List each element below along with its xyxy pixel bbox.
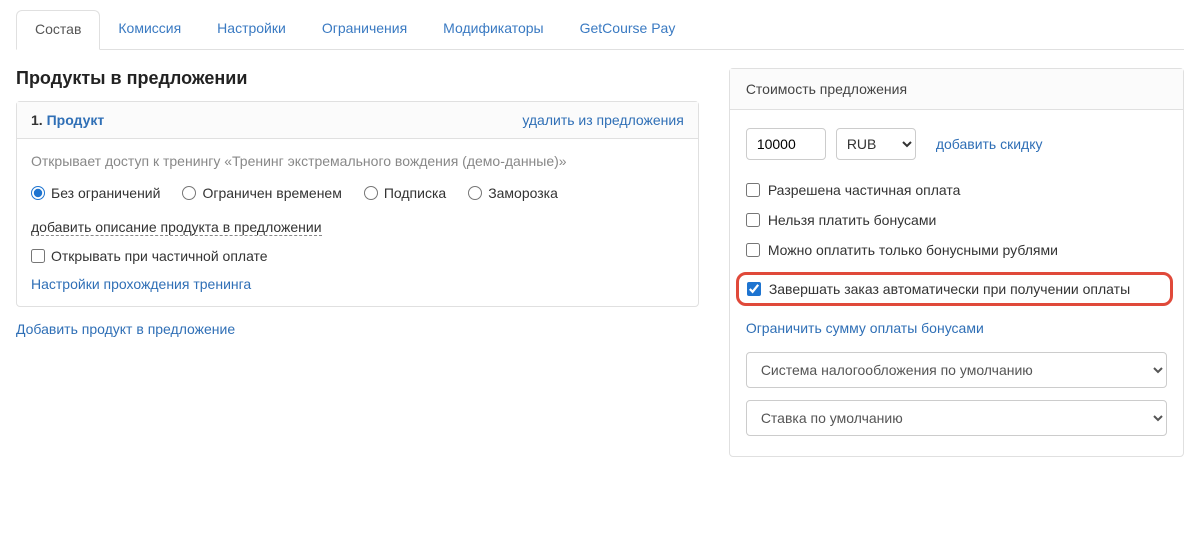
product-name-link[interactable]: Продукт [47, 112, 105, 128]
no-bonus-row: Нельзя платить бонусами [746, 212, 1167, 228]
price-row: RUB добавить скидку [746, 128, 1167, 160]
no-bonus-label: Нельзя платить бонусами [768, 212, 936, 228]
limit-option-time[interactable]: Ограничен временем [182, 185, 341, 201]
tabs-bar: Состав Комиссия Настройки Ограничения Мо… [16, 10, 1184, 50]
tab-commission[interactable]: Комиссия [100, 10, 199, 49]
limit-label-subscription: Подписка [384, 185, 446, 201]
currency-select[interactable]: RUB [836, 128, 916, 160]
limit-bonus-link[interactable]: Ограничить сумму оплаты бонусами [746, 320, 984, 336]
open-on-partial-label: Открывать при частичной оплате [51, 248, 268, 264]
only-bonus-label: Можно оплатить только бонусными рублями [768, 242, 1058, 258]
tab-modifiers[interactable]: Модификаторы [425, 10, 561, 49]
tab-sostav[interactable]: Состав [16, 10, 100, 50]
limit-radio-time[interactable] [182, 186, 196, 200]
training-settings-link[interactable]: Настройки прохождения тренинга [31, 276, 251, 292]
auto-complete-checkbox[interactable] [747, 282, 761, 296]
tab-getcourse-pay[interactable]: GetCourse Pay [562, 10, 694, 49]
limit-radio-unlimited[interactable] [31, 186, 45, 200]
only-bonus-row: Можно оплатить только бонусными рублями [746, 242, 1167, 258]
partial-pay-label: Разрешена частичная оплата [768, 182, 961, 198]
product-index: 1. [31, 112, 43, 128]
auto-complete-row: Завершать заказ автоматически при получе… [747, 281, 1162, 297]
limit-label-freeze: Заморозка [488, 185, 558, 201]
limit-option-subscription[interactable]: Подписка [364, 185, 446, 201]
partial-pay-row: Разрешена частичная оплата [746, 182, 1167, 198]
add-product-description-link[interactable]: добавить описание продукта в предложении [31, 219, 322, 236]
limit-option-unlimited[interactable]: Без ограничений [31, 185, 160, 201]
products-heading: Продукты в предложении [16, 68, 699, 89]
add-discount-link[interactable]: добавить скидку [936, 136, 1043, 152]
limit-radio-subscription[interactable] [364, 186, 378, 200]
tab-settings[interactable]: Настройки [199, 10, 304, 49]
open-on-partial-checkbox[interactable] [31, 249, 45, 263]
product-description: Открывает доступ к тренингу «Тренинг экс… [31, 153, 684, 169]
open-on-partial-row: Открывать при частичной оплате [31, 248, 684, 264]
product-name-row: 1. Продукт [31, 112, 104, 128]
tax-system-select[interactable]: Система налогообложения по умолчанию [746, 352, 1167, 388]
partial-pay-checkbox[interactable] [746, 183, 760, 197]
limit-label-unlimited: Без ограничений [51, 185, 160, 201]
limit-label-time: Ограничен временем [202, 185, 341, 201]
tax-rate-select[interactable]: Ставка по умолчанию [746, 400, 1167, 436]
offer-price-box: Стоимость предложения RUB добавить скидк… [729, 68, 1184, 457]
limit-radio-freeze[interactable] [468, 186, 482, 200]
product-card: 1. Продукт удалить из предложения Открыв… [16, 101, 699, 307]
remove-from-offer-link[interactable]: удалить из предложения [522, 112, 683, 128]
tab-restrictions[interactable]: Ограничения [304, 10, 425, 49]
only-bonus-checkbox[interactable] [746, 243, 760, 257]
auto-complete-label: Завершать заказ автоматически при получе… [769, 281, 1130, 297]
no-bonus-checkbox[interactable] [746, 213, 760, 227]
add-product-link[interactable]: Добавить продукт в предложение [16, 321, 235, 337]
product-header: 1. Продукт удалить из предложения [17, 102, 698, 139]
limit-radios: Без ограничений Ограничен временем Подпи… [31, 185, 684, 201]
offer-price-heading: Стоимость предложения [730, 69, 1183, 110]
price-input[interactable] [746, 128, 826, 160]
auto-complete-highlight: Завершать заказ автоматически при получе… [736, 272, 1173, 306]
limit-option-freeze[interactable]: Заморозка [468, 185, 558, 201]
